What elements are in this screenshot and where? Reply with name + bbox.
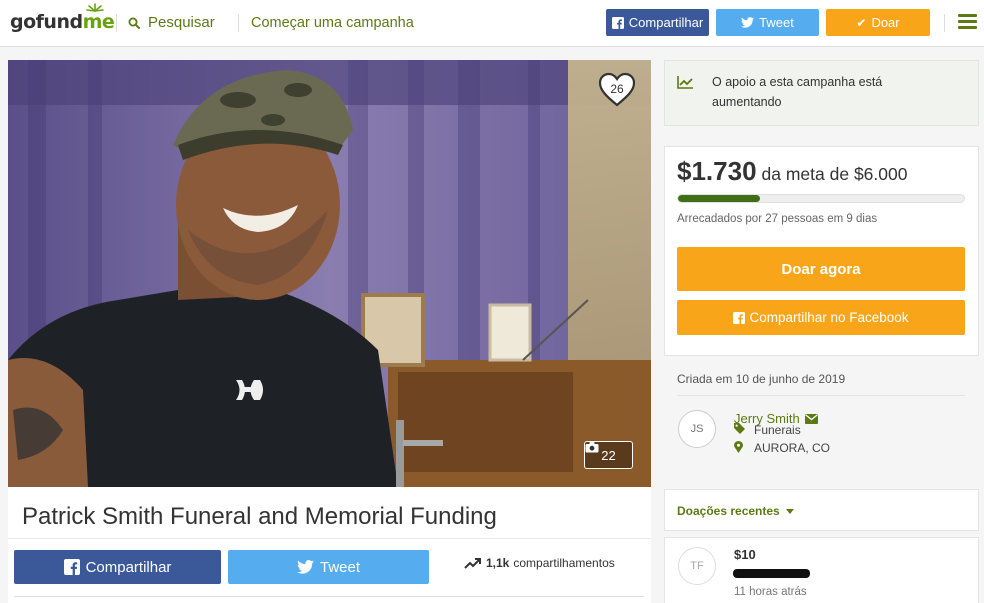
- top-header: gofundme Pesquisar Começar uma campanha …: [0, 0, 984, 47]
- logo-sun-icon: [86, 3, 104, 12]
- organizer-avatar: JS: [678, 410, 716, 448]
- facebook-icon: [733, 311, 746, 324]
- heart-count: 26: [610, 82, 624, 96]
- raised-summary: $1.730 da meta de $6.000: [677, 156, 907, 187]
- share-label: Compartilhar: [85, 558, 172, 576]
- divider: [8, 538, 651, 539]
- donation-time: 11 horas atrás: [734, 586, 807, 598]
- trend-chart-icon: [677, 76, 693, 89]
- camera-icon: [585, 442, 599, 453]
- trending-up-icon: [464, 558, 481, 569]
- donate-now-button[interactable]: Doar agora: [677, 247, 965, 291]
- donor-avatar: TF: [678, 547, 716, 585]
- caret-down-icon: [785, 508, 794, 514]
- header-divider: [238, 14, 239, 32]
- campaign-title: Patrick Smith Funeral and Memorial Fundi…: [22, 503, 497, 530]
- facebook-share-button[interactable]: Compartilhar: [14, 550, 221, 584]
- gofundme-logo[interactable]: gofundme: [10, 3, 115, 33]
- progress-bar-fill: [678, 195, 761, 202]
- header-facebook-share-button[interactable]: Compartilhar: [606, 9, 709, 36]
- trend-text: O apoio a esta campanha está aumentando: [712, 75, 883, 109]
- photo-count-badge[interactable]: 22: [584, 441, 633, 469]
- logo-prefix: gofund: [10, 11, 83, 33]
- hamburger-menu-icon[interactable]: [958, 14, 977, 30]
- search-label: Pesquisar: [148, 14, 215, 31]
- goal-text: da meta de $6.000: [761, 164, 908, 184]
- tweet-button[interactable]: Tweet: [228, 550, 429, 584]
- share-on-facebook-label: Compartilhar no Facebook: [749, 310, 909, 325]
- share-count-number: 1,1k: [486, 556, 510, 570]
- campaign-photo-image: [8, 60, 651, 487]
- divider: [14, 596, 644, 597]
- organizer-location: AURORA, CO: [754, 441, 831, 455]
- organizer-category: Funerais: [754, 423, 801, 437]
- tweet-label: Tweet: [319, 558, 361, 576]
- header-donate-label: Doar: [871, 15, 900, 30]
- twitter-icon: [741, 17, 755, 28]
- facebook-icon: [63, 559, 80, 575]
- raised-by-text: Arrecadados por 27 pessoas em 9 dias: [677, 213, 878, 225]
- share-count: 1,1k compartilhamentos: [464, 556, 615, 570]
- logo-suffix: me: [82, 11, 115, 33]
- search-icon: [128, 17, 140, 29]
- campaign-photo[interactable]: 26 22: [8, 60, 651, 487]
- checkmark-icon: ✔: [856, 15, 867, 30]
- start-campaign-link[interactable]: Começar uma campanha: [251, 15, 414, 31]
- donation-amount: $10: [734, 547, 756, 562]
- raised-amount: $1.730: [677, 156, 757, 186]
- facebook-icon: [611, 16, 624, 29]
- redacted-donor-name: [733, 569, 810, 578]
- header-donate-button[interactable]: ✔ Doar: [826, 9, 930, 36]
- photo-count: 22: [601, 447, 616, 463]
- twitter-icon: [297, 560, 314, 574]
- created-date: Criada em 10 de junho de 2019: [677, 372, 846, 386]
- header-tweet-button[interactable]: Tweet: [716, 9, 819, 36]
- header-divider: [944, 14, 945, 32]
- progress-bar: [677, 194, 965, 203]
- share-on-facebook-button[interactable]: Compartilhar no Facebook: [677, 300, 965, 335]
- map-pin-icon: [734, 440, 746, 456]
- recent-donations-label: Doações recentes: [677, 504, 780, 518]
- recent-donations-toggle[interactable]: Doações recentes: [677, 504, 794, 518]
- tag-icon: [734, 423, 746, 437]
- header-share-label: Compartilhar: [628, 15, 704, 30]
- header-divider: [116, 14, 117, 32]
- envelope-icon[interactable]: [804, 413, 818, 424]
- search-link[interactable]: Pesquisar: [128, 14, 215, 31]
- divider: [677, 395, 965, 396]
- share-count-label: compartilhamentos: [513, 556, 615, 570]
- header-tweet-label: Tweet: [759, 15, 794, 30]
